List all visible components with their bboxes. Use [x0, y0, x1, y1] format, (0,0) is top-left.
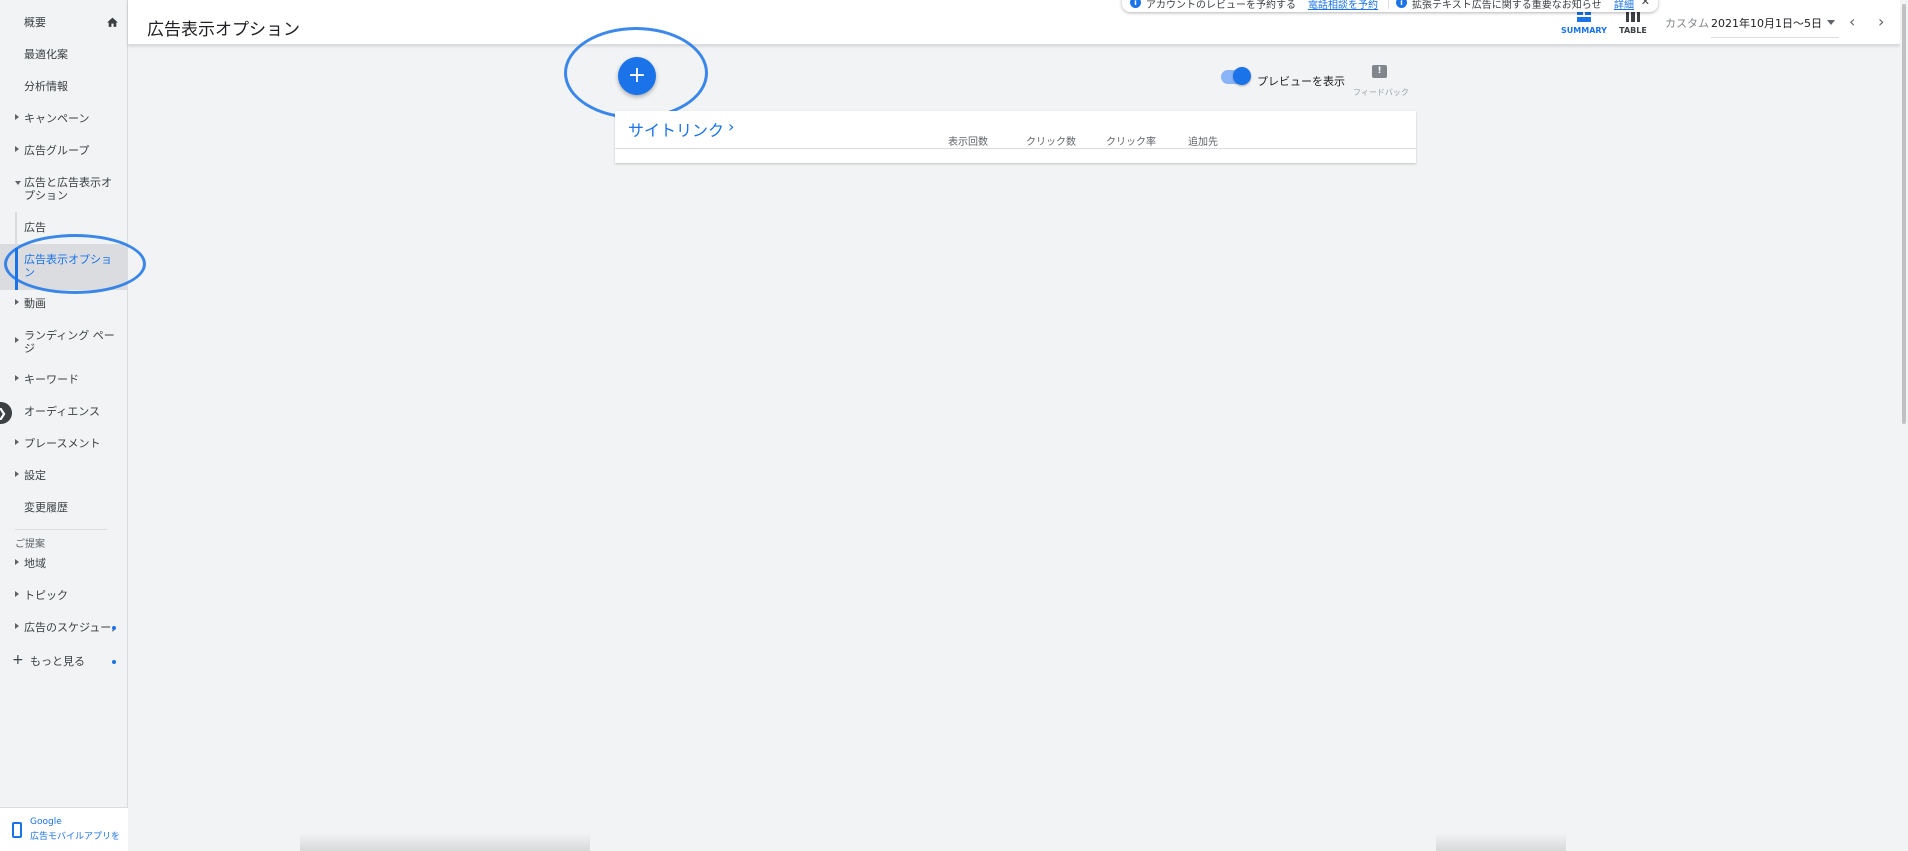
bottom-shadow	[1436, 833, 1566, 851]
table-label: TABLE	[1619, 26, 1647, 35]
table-view-button[interactable]: TABLE	[1608, 8, 1658, 35]
sitelinks-title[interactable]: サイトリンク	[628, 117, 724, 141]
nav-item-label: 広告と広告表示オプション	[24, 176, 112, 202]
info-icon: i	[1396, 0, 1407, 8]
nav-item-ad-schedule[interactable]: 広告のスケジュール	[0, 621, 127, 635]
sidebar-divider	[15, 529, 107, 530]
chevron-right-icon	[15, 375, 19, 381]
nav-item-label: 広告	[24, 221, 46, 234]
smartphone-icon	[12, 822, 22, 838]
notice-separator	[1388, 0, 1389, 9]
chevron-down-icon	[15, 181, 21, 185]
nav-item-label: 広告のスケジュール	[24, 621, 114, 634]
nav-item-label: オーディエンス	[24, 405, 101, 418]
nav-item-label: 地域	[24, 557, 46, 570]
nav-item-keywords[interactable]: キーワード	[0, 373, 127, 387]
nav-item-placements[interactable]: プレースメント	[0, 437, 127, 451]
info-icon: i	[1130, 0, 1141, 8]
nav-item-label: 設定	[24, 469, 46, 482]
nav-item-recommendations[interactable]: 最適化案	[0, 48, 127, 62]
nav-item-ads[interactable]: 広告	[0, 221, 127, 235]
preview-toggle-label: プレビューを表示	[1257, 75, 1345, 88]
feedback-icon[interactable]: !	[1372, 65, 1387, 78]
chevron-right-icon[interactable]: ›	[728, 117, 734, 136]
bottom-shadow	[300, 833, 590, 851]
nav-item-ads-and-extensions[interactable]: 広告と広告表示オプション	[0, 176, 127, 204]
feedback-label: フィードバック	[1353, 88, 1409, 97]
summary-view-button[interactable]: SUMMARY	[1559, 8, 1609, 35]
nav-item-overview[interactable]: 概要	[0, 16, 127, 30]
highlight-circle	[564, 27, 708, 119]
notice-text-1: アカウントのレビューを予約する	[1146, 0, 1296, 11]
details-link[interactable]: 詳細	[1614, 0, 1634, 11]
nav-item-audiences[interactable]: オーディエンス	[0, 405, 127, 419]
new-indicator-dot	[112, 660, 116, 664]
left-nav-sidebar: 概要 最適化案 分析情報 キャンペーン 広告グループ 広告と広告表示オプション …	[0, 0, 128, 851]
book-call-link[interactable]: 電話相談を予約	[1308, 0, 1378, 11]
nav-item-locations[interactable]: 地域	[0, 557, 127, 571]
chevron-right-icon	[15, 146, 19, 152]
date-range-selector[interactable]: 2021年10月1日〜5日	[1711, 15, 1839, 38]
nav-item-ad-groups[interactable]: 広告グループ	[0, 144, 127, 158]
new-indicator-dot	[112, 626, 116, 630]
nav-item-label: 動画	[24, 297, 46, 310]
nav-item-settings[interactable]: 設定	[0, 469, 127, 483]
nav-item-label: プレースメント	[24, 437, 101, 450]
nav-item-label: トピック	[24, 589, 68, 602]
nav-item-label: 分析情報	[24, 80, 68, 93]
scrollbar-thumb[interactable]	[1902, 4, 1906, 424]
sitelinks-card: サイトリンク › 表示回数 クリック数 クリック率 追加先	[615, 111, 1416, 163]
nav-item-change-history[interactable]: 変更履歴	[0, 501, 127, 515]
suggested-section-label: ご提案	[15, 539, 45, 550]
nav-item-label: キーワード	[24, 373, 79, 386]
nav-item-label: ランディング ページ	[24, 329, 115, 355]
nav-item-show-more[interactable]: もっと見る	[0, 655, 127, 669]
column-header-ctr: クリック率	[1106, 137, 1156, 148]
chevron-right-icon	[15, 439, 19, 445]
preview-toggle[interactable]	[1221, 67, 1251, 85]
chevron-right-icon	[15, 114, 19, 120]
highlight-circle	[4, 234, 146, 294]
column-header-clicks: クリック数	[1026, 137, 1076, 148]
nav-item-label: 広告グループ	[24, 144, 90, 157]
toggle-knob	[1233, 67, 1251, 85]
close-icon[interactable]: ✕	[1641, 0, 1650, 8]
summary-label: SUMMARY	[1561, 26, 1607, 35]
chevron-right-icon	[15, 623, 19, 629]
caret-down-icon[interactable]	[1827, 20, 1835, 25]
date-preset-label: カスタム	[1665, 17, 1709, 30]
notice-text-2: 拡張テキスト広告に関する重要なお知らせ	[1412, 0, 1602, 11]
promo-line-1: Google	[30, 817, 62, 827]
nav-item-label: もっと見る	[30, 655, 85, 668]
column-header-impressions: 表示回数	[948, 137, 988, 148]
chevron-right-icon	[15, 299, 19, 305]
chevron-right-icon	[15, 337, 19, 343]
promo-line-2: 広告モバイルアプリを	[30, 832, 121, 842]
nav-item-label: 最適化案	[24, 48, 68, 61]
nav-item-label: キャンペーン	[24, 112, 90, 125]
card-divider	[615, 148, 1416, 149]
nav-item-label: 概要	[24, 16, 46, 29]
nav-item-insights[interactable]: 分析情報	[0, 80, 127, 94]
nav-item-label: 変更履歴	[24, 501, 68, 514]
nav-item-campaigns[interactable]: キャンペーン	[0, 112, 127, 126]
page-title: 広告表示オプション	[147, 20, 300, 40]
vertical-scrollbar[interactable]	[1900, 0, 1908, 851]
nav-item-videos[interactable]: 動画	[0, 297, 127, 311]
chevron-left-icon[interactable]: ‹	[1849, 12, 1855, 31]
chevron-right-icon	[15, 559, 19, 565]
chevron-right-icon	[15, 471, 19, 477]
column-header-added-to: 追加先	[1188, 137, 1218, 148]
nav-item-landing-pages[interactable]: ランディング ページ	[0, 329, 127, 357]
chevron-right-icon	[15, 591, 19, 597]
nav-item-topics[interactable]: トピック	[0, 589, 127, 603]
notification-bar: i アカウントのレビューを予約する 電話相談を予約 i 拡張テキスト広告に関する…	[1122, 0, 1658, 12]
mobile-app-promo[interactable]: Google 広告モバイルアプリを	[0, 807, 128, 851]
chevron-right-icon[interactable]: ›	[1878, 12, 1884, 31]
